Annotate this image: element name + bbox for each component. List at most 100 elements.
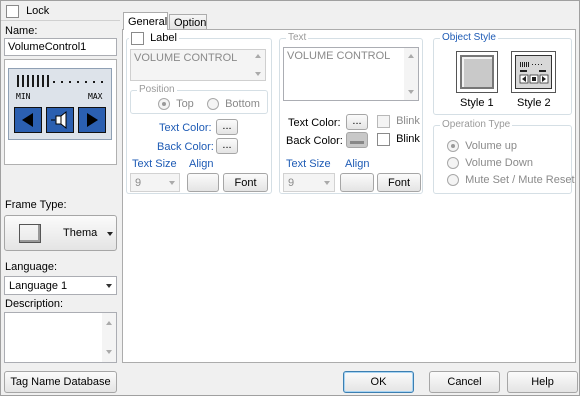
scroll-down-icon[interactable]	[255, 72, 261, 76]
chevron-down-icon	[324, 180, 330, 185]
tab-option[interactable]: Option	[169, 14, 207, 30]
label-text-scrollbar[interactable]	[251, 50, 265, 80]
preview-volume-up-button	[78, 107, 106, 133]
label-text-value: VOLUME CONTROL	[134, 52, 238, 64]
object-style-title: Object Style	[440, 32, 498, 43]
tag-name-database-button[interactable]: Tag Name Database	[4, 371, 117, 393]
text-blink-checkbox[interactable]: Blink	[377, 115, 420, 128]
cancel-button[interactable]: Cancel	[429, 371, 500, 393]
scroll-down-icon[interactable]	[408, 90, 414, 94]
name-label: Name:	[5, 25, 38, 37]
label-checkbox[interactable]: Label	[129, 32, 179, 45]
name-input[interactable]: VolumeControl1	[4, 38, 117, 56]
tab-general[interactable]: General	[123, 12, 168, 30]
frame-type-value: Thema	[63, 227, 98, 239]
back-blink-box[interactable]	[377, 133, 390, 146]
scroll-up-icon[interactable]	[408, 54, 414, 58]
label-align-label: Align	[189, 158, 214, 170]
position-top-label: Top	[176, 98, 194, 110]
back-blink-checkbox[interactable]: Blink	[377, 133, 420, 146]
radio-selected-icon[interactable]	[158, 98, 170, 111]
text-size-value: 9	[288, 177, 295, 189]
preview-min-label: MIN	[16, 92, 31, 101]
label-text-size-select[interactable]: 9	[130, 173, 180, 192]
object-preview: MIN MAX	[4, 59, 117, 165]
label-align-button[interactable]	[187, 173, 219, 192]
label-font-button[interactable]: Font	[223, 173, 268, 192]
radio-unselected-icon[interactable]	[207, 98, 219, 111]
label-back-color-button[interactable]: ...	[216, 138, 238, 154]
speaker-icon	[51, 110, 67, 130]
language-label: Language:	[5, 261, 57, 273]
text-blink-label: Blink	[396, 115, 420, 128]
chevron-down-icon	[169, 180, 175, 185]
frame-square-icon	[19, 224, 41, 243]
divider	[1, 20, 120, 21]
radio-unselected-icon[interactable]	[447, 157, 459, 170]
position-top-radio[interactable]: Top	[158, 98, 194, 111]
preview-volume-control: MIN MAX	[8, 68, 112, 140]
operation-mute-label: Mute Set / Mute Reset	[465, 174, 575, 186]
text-blink-box[interactable]	[377, 115, 390, 128]
style-1-thumb	[460, 55, 494, 89]
frame-type-dropdown[interactable]: Thema	[4, 215, 117, 251]
operation-volume-up-radio[interactable]: Volume up	[447, 140, 518, 153]
radio-unselected-icon[interactable]	[447, 174, 459, 187]
text-font-button[interactable]: Font	[377, 173, 421, 192]
chevron-down-icon	[106, 283, 112, 288]
text-size-label: Text Size	[286, 158, 331, 170]
label-checkbox-label: Label	[150, 32, 177, 45]
description-textarea[interactable]	[4, 312, 117, 363]
text-field[interactable]: VOLUME CONTROL	[283, 47, 419, 101]
operation-volume-down-radio[interactable]: Volume Down	[447, 157, 533, 170]
label-text-color-label: Text Color:	[159, 122, 212, 134]
volume-control-dialog: Lock Name: VolumeControl1 MIN MAX Frame …	[0, 0, 580, 396]
description-scrollbar[interactable]	[102, 313, 116, 362]
operation-mute-radio[interactable]: Mute Set / Mute Reset	[447, 174, 575, 187]
triangle-right-icon	[87, 113, 98, 127]
help-button[interactable]: Help	[507, 371, 578, 393]
scroll-down-icon[interactable]	[106, 350, 112, 354]
color-swatch	[350, 140, 364, 144]
operation-volume-up-label: Volume up	[465, 140, 518, 152]
preview-volume-down-button	[14, 107, 42, 133]
lock-label: Lock	[26, 5, 50, 18]
style-1-label: Style 1	[460, 97, 494, 109]
position-bottom-label: Bottom	[225, 98, 260, 110]
label-text-color-button[interactable]: ...	[216, 119, 238, 135]
scroll-up-icon[interactable]	[255, 54, 261, 58]
label-back-color-label: Back Color:	[157, 141, 214, 153]
scroll-up-icon[interactable]	[106, 321, 112, 325]
lock-checkbox[interactable]: Lock	[6, 5, 49, 18]
text-value: VOLUME CONTROL	[287, 50, 391, 62]
label-text-size-label: Text Size	[132, 158, 177, 170]
text-scrollbar[interactable]	[404, 48, 418, 100]
operation-type-title: Operation Type	[440, 119, 513, 130]
text-size-select[interactable]: 9	[283, 173, 335, 192]
triangle-left-icon	[22, 113, 33, 127]
language-select[interactable]: Language 1	[4, 276, 117, 295]
text-align-label: Align	[345, 158, 370, 170]
label-checkbox-box[interactable]	[131, 32, 144, 45]
description-label: Description:	[5, 298, 64, 310]
ok-button[interactable]: OK	[343, 371, 414, 393]
text-align-button[interactable]	[340, 173, 374, 192]
volume-level-bars	[17, 75, 105, 92]
preview-max-label: MAX	[88, 92, 103, 101]
position-bottom-radio[interactable]: Bottom	[207, 98, 260, 111]
label-text-field[interactable]: VOLUME CONTROL	[130, 49, 266, 81]
lock-checkbox-box[interactable]	[6, 5, 19, 18]
style-1-option[interactable]	[456, 51, 498, 93]
text-color-label: Text Color:	[288, 117, 341, 129]
radio-selected-icon[interactable]	[447, 140, 459, 153]
style-2-label: Style 2	[517, 97, 551, 109]
back-color-label: Back Color:	[286, 135, 343, 147]
text-group-title: Text	[286, 32, 309, 43]
text-color-button[interactable]: ...	[346, 114, 368, 130]
back-color-button[interactable]	[346, 132, 368, 148]
style-2-thumb	[515, 55, 552, 89]
back-blink-label: Blink	[396, 133, 420, 146]
style-2-option[interactable]	[511, 51, 556, 93]
language-value: Language 1	[9, 280, 68, 292]
operation-volume-down-label: Volume Down	[465, 157, 533, 169]
